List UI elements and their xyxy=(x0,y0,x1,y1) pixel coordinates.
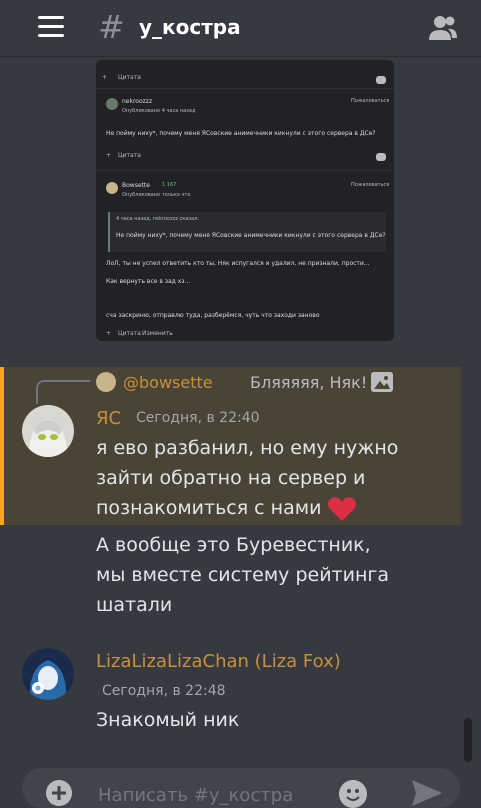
message-line: мы вместе систему рейтинга xyxy=(96,564,390,586)
quote-label: Цитата xyxy=(118,152,141,159)
post-text: ЛоЛ, ты не успел ответить кто ты, Няк ис… xyxy=(106,260,370,267)
reaction-icon xyxy=(376,76,386,84)
message-timestamp: Сегодня, в 22:48 xyxy=(102,683,226,699)
quote-header: 4 часа назад, nekroozzz сказал: xyxy=(116,216,199,222)
scrollbar-thumb[interactable] xyxy=(464,718,472,762)
message-text: А вообще это Буревестник, мы вместе сист… xyxy=(96,530,389,620)
send-icon[interactable] xyxy=(410,778,444,808)
mention-bar xyxy=(0,367,4,525)
attached-screenshot[interactable]: + Цитата nekroozzz Опубликовано 4 часа н… xyxy=(96,60,394,341)
edit-label: Изменить xyxy=(142,330,173,337)
quote-label: Цитата xyxy=(118,74,141,81)
menu-icon[interactable] xyxy=(38,16,64,38)
quote-text: Не пойму ниху*, почему меня ЯСовские ани… xyxy=(116,232,386,239)
post-author: Bowsette xyxy=(122,182,150,189)
reply-avatar[interactable] xyxy=(96,372,116,392)
message-line: познакомиться с нами xyxy=(96,497,322,519)
post-avatar xyxy=(106,182,118,194)
members-icon[interactable] xyxy=(428,14,458,42)
quote-icon: + xyxy=(102,74,108,81)
message-line: я ево разбанил, но ему нужно xyxy=(96,437,399,459)
message-line: А вообще это Буревестник, xyxy=(96,534,371,556)
reaction-icon xyxy=(376,153,386,161)
post-time: Опубликовано только что xyxy=(122,192,191,198)
post-time: Опубликовано 4 часа назад xyxy=(122,108,196,114)
post-author: nekroozzz xyxy=(122,98,153,105)
message-author[interactable]: ЯС xyxy=(96,408,121,429)
quote-icon: + xyxy=(106,152,112,159)
message-line: зайти обратно на сервер и xyxy=(96,467,366,489)
avatar[interactable] xyxy=(22,648,74,700)
reply-connector xyxy=(36,380,90,404)
add-attachment-icon[interactable] xyxy=(46,780,72,806)
image-icon xyxy=(371,372,393,392)
report-link: Пожаловаться xyxy=(351,182,390,188)
message-line: шатали xyxy=(96,594,173,616)
post-text: сча заскриню, отправлю туда, разберёмся,… xyxy=(106,312,320,319)
post-avatar xyxy=(106,98,118,110)
message-author[interactable]: LizaLizaLizaChan (Liza Fox) xyxy=(96,651,341,672)
reply-preview[interactable]: Бляяяяя, Няк!!! Ве xyxy=(250,373,365,392)
post-level: 1 167 xyxy=(162,182,177,188)
message-text: я ево разбанил, но ему нужно зайти обрат… xyxy=(96,433,398,523)
quote-block: 4 часа назад, nekroozzz сказал: Не пойму… xyxy=(108,212,386,252)
emoji-picker-icon[interactable] xyxy=(339,780,367,808)
quote-label: Цитата xyxy=(118,330,141,337)
quote-icon: + xyxy=(106,330,112,337)
avatar[interactable] xyxy=(22,405,74,457)
message-timestamp: Сегодня, в 22:40 xyxy=(136,410,260,426)
channel-hash-icon: # xyxy=(98,8,125,46)
report-link: Пожаловаться xyxy=(351,98,390,104)
message-input[interactable]: Написать #у_костра xyxy=(98,785,293,806)
post-text: Как вернуть все в зад хз... xyxy=(106,278,191,285)
channel-name: у_костра xyxy=(139,15,241,39)
message-text: Знакомый ник xyxy=(96,709,240,731)
channel-header: # у_костра xyxy=(0,0,481,57)
reply-author[interactable]: @bowsette xyxy=(123,373,213,392)
heart-emoji-icon xyxy=(328,496,357,521)
post-text: Не пойму ниху*, почему меня ЯСовские ани… xyxy=(106,130,376,137)
